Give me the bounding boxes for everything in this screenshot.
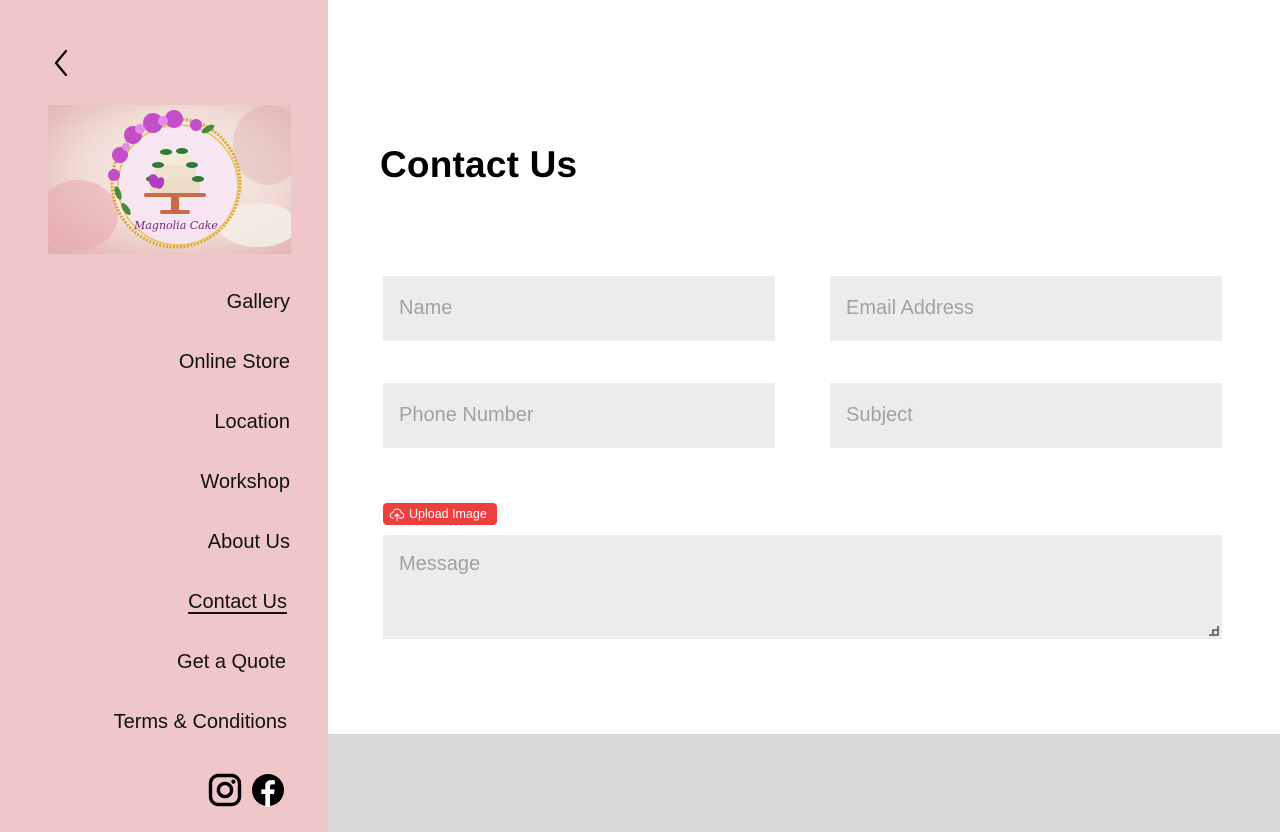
page-title: Contact Us — [380, 144, 578, 185]
chevron-left-icon — [54, 50, 68, 76]
sidebar: Magnolia Cake Gallery Online Store Locat… — [0, 0, 328, 832]
nav-item-get-a-quote[interactable]: Get a Quote — [177, 650, 286, 674]
nav-item-contact-us[interactable]: Contact Us — [188, 590, 287, 614]
cloud-upload-icon — [389, 508, 405, 522]
facebook-icon[interactable] — [251, 773, 285, 807]
email-input[interactable] — [830, 276, 1222, 341]
footer — [328, 734, 1280, 832]
brand-logo[interactable]: Magnolia Cake — [48, 105, 291, 254]
upload-image-label: Upload Image — [409, 507, 487, 521]
upload-image-button[interactable]: Upload Image — [383, 503, 497, 525]
nav-item-terms-conditions[interactable]: Terms & Conditions — [114, 710, 287, 734]
nav-item-about-us[interactable]: About Us — [208, 530, 290, 554]
main-content: Contact Us Upload Image — [328, 0, 1280, 734]
name-input[interactable] — [383, 276, 775, 341]
message-textarea[interactable] — [383, 535, 1222, 639]
nav-item-workshop[interactable]: Workshop — [200, 470, 290, 494]
phone-input[interactable] — [383, 383, 775, 448]
nav-item-location[interactable]: Location — [214, 410, 290, 434]
svg-text:Magnolia Cake: Magnolia Cake — [133, 219, 218, 232]
nav-item-gallery[interactable]: Gallery — [227, 290, 290, 314]
instagram-icon[interactable] — [208, 773, 242, 807]
subject-input[interactable] — [830, 383, 1222, 448]
social-links — [208, 773, 285, 807]
resize-grip-icon[interactable] — [1208, 625, 1219, 636]
back-button[interactable] — [48, 48, 74, 78]
nav-item-online-store[interactable]: Online Store — [179, 350, 290, 374]
